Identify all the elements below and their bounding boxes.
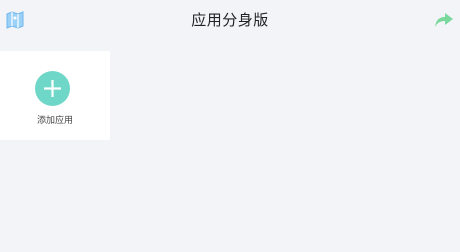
- add-app-label: 添加应用: [36, 116, 73, 126]
- app-window: 应用分身版 添加应用: [0, 0, 460, 252]
- plus-icon: [35, 71, 70, 106]
- page-title: 应用分身版: [191, 11, 269, 29]
- add-app-tile[interactable]: 添加应用: [0, 51, 110, 140]
- header-bar: 应用分身版: [0, 0, 460, 40]
- share-icon[interactable]: [433, 9, 455, 31]
